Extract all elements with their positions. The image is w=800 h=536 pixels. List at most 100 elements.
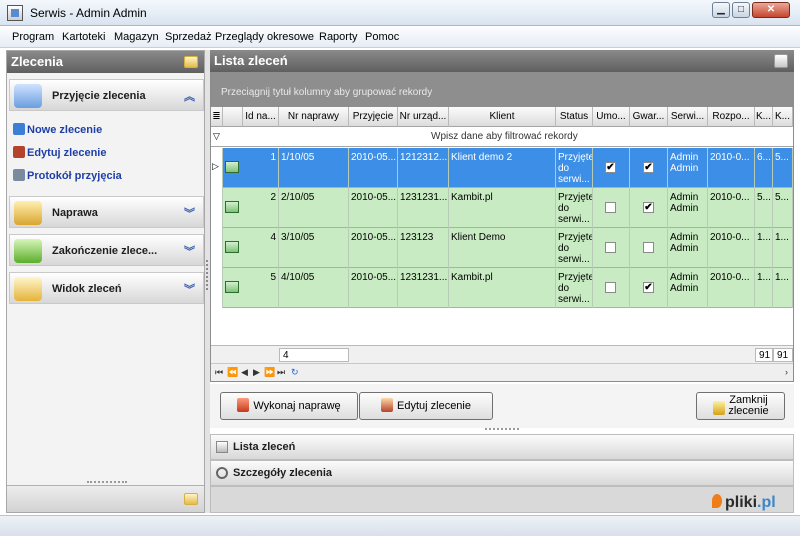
refresh-icon[interactable]: ↻ — [291, 367, 299, 378]
menu-przeglady[interactable]: Przeglądy okresowe — [215, 31, 314, 43]
cell-status[interactable]: Przyjęte do serwi... — [556, 188, 593, 228]
row-selector[interactable] — [211, 228, 223, 268]
next-record-icon[interactable]: ▶ — [253, 367, 260, 378]
cell-rozp[interactable]: 2010-0... — [708, 148, 755, 188]
group-naprawa[interactable]: Naprawa ︾ — [9, 196, 204, 228]
row-selector[interactable]: ▷ — [211, 148, 223, 188]
column-header[interactable]: Przyjęcie — [349, 107, 398, 127]
cell-k1[interactable]: 5... — [755, 188, 773, 228]
column-header[interactable]: Id na... — [243, 107, 279, 127]
menu-sprzedaz[interactable]: Sprzedaż — [165, 31, 211, 43]
cell-dev[interactable]: 123123 — [398, 228, 449, 268]
cell-serw[interactable]: Admin Admin — [668, 268, 708, 308]
column-header[interactable]: K... — [773, 107, 793, 127]
cell-client[interactable]: Kambit.pl — [449, 268, 556, 308]
cell-serw[interactable]: Admin Admin — [668, 188, 708, 228]
menu-kartoteki[interactable]: Kartoteki — [62, 31, 105, 43]
column-header[interactable]: K... — [755, 107, 773, 127]
table-row[interactable]: 4 3/10/05 2010-05... 123123 Klient Demo Przyj… — [211, 228, 793, 268]
umowa-checkbox[interactable]: ✔ — [605, 162, 616, 173]
chevron-down-icon[interactable]: ︾ — [184, 243, 195, 259]
table-row[interactable]: 5 4/10/05 2010-05... 1231231... Kambit.pl Prz… — [211, 268, 793, 308]
cell-date[interactable]: 2010-05... — [349, 188, 398, 228]
column-header[interactable]: Serwi... — [668, 107, 708, 127]
group-by-panel[interactable]: Przeciągnij tytuł kolumny aby grupować r… — [211, 73, 793, 107]
row-selector[interactable] — [211, 268, 223, 308]
task-new-order[interactable]: Nowe zlecenie — [13, 123, 102, 136]
cell-status[interactable]: Przyjęte do serwi... — [556, 268, 593, 308]
group-zakonczenie[interactable]: Zakończenie zlece... ︾ — [9, 234, 204, 266]
pane-lista-zlecen[interactable]: Lista zleceń — [210, 434, 794, 460]
column-header[interactable]: Nr naprawy — [279, 107, 349, 127]
umowa-checkbox[interactable] — [605, 242, 616, 253]
column-header[interactable]: Nr urząd... — [398, 107, 449, 127]
cell-id[interactable]: 1 — [243, 148, 279, 188]
umowa-checkbox[interactable] — [605, 202, 616, 213]
chevron-down-icon[interactable]: ︾ — [184, 281, 195, 297]
column-header[interactable]: Gwar... — [630, 107, 668, 127]
cell-serw[interactable]: Admin Admin — [668, 228, 708, 268]
table-row[interactable]: 2 2/10/05 2010-05... 1231231... Kambit.pl Prz… — [211, 188, 793, 228]
cell-k1[interactable]: 1... — [755, 228, 773, 268]
cell-nr[interactable]: 2/10/05 — [279, 188, 349, 228]
cell-k2[interactable]: 1... — [773, 268, 793, 308]
cell-rozp[interactable]: 2010-0... — [708, 228, 755, 268]
cell-dev[interactable]: 1231231... — [398, 188, 449, 228]
last-record-icon[interactable]: ⏭ — [277, 367, 285, 378]
edit-order-button[interactable]: Edytuj zlecenie — [359, 392, 493, 420]
umowa-checkbox[interactable] — [605, 282, 616, 293]
cell-nr[interactable]: 1/10/05 — [279, 148, 349, 188]
cell-k1[interactable]: 6... — [755, 148, 773, 188]
cell-client[interactable]: Klient Demo — [449, 228, 556, 268]
maximize-button[interactable]: □ — [732, 2, 750, 18]
gwar-checkbox[interactable]: ✔ — [643, 202, 654, 213]
cell-k2[interactable]: 5... — [773, 188, 793, 228]
task-protocol[interactable]: Protokół przyjęcia — [13, 169, 122, 182]
menu-raporty[interactable]: Raporty — [319, 31, 358, 43]
first-record-icon[interactable]: ⏮ — [215, 367, 223, 378]
menu-program[interactable]: Program — [12, 31, 54, 43]
cell-id[interactable]: 5 — [243, 268, 279, 308]
pin-icon[interactable] — [184, 493, 198, 505]
column-header[interactable]: Umo... — [593, 107, 630, 127]
cell-client[interactable]: Klient demo 2 — [449, 148, 556, 188]
chevron-up-icon[interactable]: ︽ — [184, 88, 195, 104]
close-order-button[interactable]: Zamknij zlecenie — [696, 392, 785, 420]
column-header[interactable]: Rozpo... — [708, 107, 755, 127]
cell-id[interactable]: 4 — [243, 228, 279, 268]
column-header[interactable]: Status — [556, 107, 593, 127]
pane-szczegoly[interactable]: Szczegóły zlecenia — [210, 460, 794, 486]
menu-pomoc[interactable]: Pomoc — [365, 31, 399, 43]
pin-icon[interactable] — [184, 56, 198, 68]
repair-button[interactable]: Wykonaj naprawę — [220, 392, 358, 420]
cell-date[interactable]: 2010-05... — [349, 268, 398, 308]
resize-gripper[interactable] — [485, 428, 519, 432]
cell-id[interactable]: 2 — [243, 188, 279, 228]
minimize-button[interactable]: ▁ — [712, 2, 730, 18]
cell-rozp[interactable]: 2010-0... — [708, 188, 755, 228]
group-widok[interactable]: Widok zleceń ︾ — [9, 272, 204, 304]
cell-date[interactable]: 2010-05... — [349, 148, 398, 188]
menu-magazyn[interactable]: Magazyn — [114, 31, 159, 43]
cell-dev[interactable]: 1212312... — [398, 148, 449, 188]
chevron-down-icon[interactable]: ︾ — [184, 205, 195, 221]
cell-dev[interactable]: 1231231... — [398, 268, 449, 308]
column-chooser-icon[interactable]: ≣ — [211, 107, 223, 127]
filter-row[interactable]: ▽ Wpisz dane aby filtrować rekordy — [211, 127, 793, 147]
prev-record-icon[interactable]: ◀ — [241, 367, 248, 378]
gwar-checkbox[interactable]: ✔ — [643, 282, 654, 293]
gwar-checkbox[interactable]: ✔ — [643, 162, 654, 173]
cell-serw[interactable]: Admin Admin — [668, 148, 708, 188]
cell-rozp[interactable]: 2010-0... — [708, 268, 755, 308]
cell-k1[interactable]: 1... — [755, 268, 773, 308]
cell-date[interactable]: 2010-05... — [349, 228, 398, 268]
cell-status[interactable]: Przyjęte do serwi... — [556, 148, 593, 188]
cell-k2[interactable]: 1... — [773, 228, 793, 268]
next-page-icon[interactable]: ⏩ — [264, 367, 275, 378]
cell-nr[interactable]: 4/10/05 — [279, 268, 349, 308]
column-header[interactable]: Klient — [449, 107, 556, 127]
close-button[interactable]: ✕ — [752, 2, 790, 18]
task-edit-order[interactable]: Edytuj zlecenie — [13, 146, 106, 159]
cell-k2[interactable]: 5... — [773, 148, 793, 188]
cell-status[interactable]: Przyjęte do serwi... — [556, 228, 593, 268]
